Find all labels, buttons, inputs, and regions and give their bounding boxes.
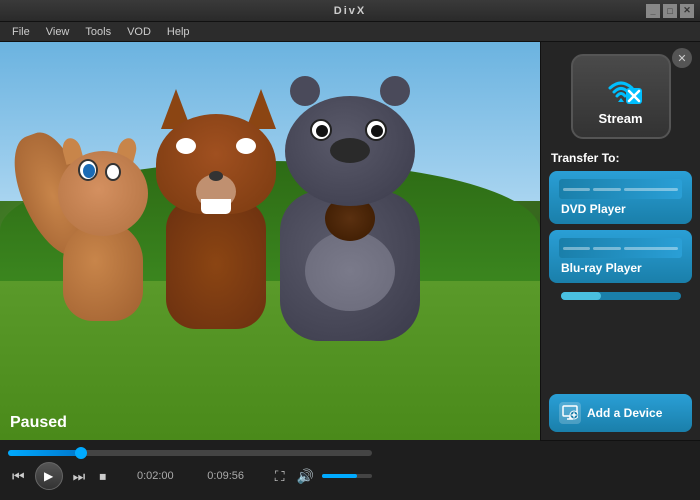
fox-teeth [201,199,231,214]
main-content: Paused ✕ Stream Transfer [0,42,700,440]
controls-row: ⏮ ▶ ⏭ ⏹ 0:02:00 0:09:56 ⛶ 🔊 [8,462,372,490]
time-total: 0:09:56 [207,470,244,482]
volume-bar[interactable] [322,474,372,478]
dvd-line-3 [624,188,679,191]
dark-nose [330,138,370,163]
video-frame [0,42,540,440]
progress-bar[interactable] [8,450,372,456]
fox-nose [209,171,223,181]
prev-button[interactable]: ⏮ [8,466,29,487]
bluray-icon-row [559,238,682,258]
device-dvd-button[interactable]: DVD Player [549,171,692,224]
character-fox [151,129,281,329]
menu-help[interactable]: Help [159,22,198,41]
squirrel-pupil-left [83,164,95,178]
bottom-right-spacer [540,440,700,500]
squirrel-head [58,151,148,236]
dark-pupil-right [371,125,383,137]
dark-ear-right [380,76,410,106]
maximize-button[interactable]: □ [663,4,677,18]
add-device-label: Add a Device [587,406,662,420]
dvd-line-2 [593,188,620,191]
menu-vod[interactable]: VOD [119,22,159,41]
add-device-button[interactable]: Add a Device [549,394,692,432]
scroll-thumb [561,292,601,300]
titlebar-controls: _ □ ✕ [646,4,694,18]
fox-body [166,199,266,329]
paused-label: Paused [10,414,67,432]
stop-button[interactable]: ⏹ [95,466,110,487]
bluray-line-1 [563,247,590,250]
squirrel-body [63,221,143,321]
time-current: 0:02:00 [137,470,174,482]
stream-button[interactable]: Stream [571,54,671,139]
play-pause-button[interactable]: ▶ [35,462,63,490]
panel-close-button[interactable]: ✕ [672,48,692,68]
dvd-icon-row [559,179,682,199]
fox-eye-left [176,138,196,154]
volume-button[interactable]: 🔊 [293,466,318,487]
right-panel: ✕ Stream Transfer To: [540,42,700,440]
bluray-line-3 [624,247,679,250]
dvd-label: DVD Player [559,202,626,216]
bluray-line-2 [593,247,620,250]
current-time: 0:02:00 0:09:56 [116,470,265,482]
monitor-icon [562,405,578,421]
character-squirrel [43,161,163,321]
device-list: DVD Player Blu-ray Player [541,171,700,390]
bottom-controls: ⏮ ▶ ⏭ ⏹ 0:02:00 0:09:56 ⛶ 🔊 [0,440,540,500]
dark-ear-left [290,76,320,106]
add-device-icon [559,402,581,424]
scroll-indicator [549,289,692,303]
stream-wifi-icon [600,68,642,104]
squirrel-eye-right [105,163,121,181]
next-button[interactable]: ⏭ [69,466,90,487]
controls-right: ⛶ 🔊 [271,466,372,487]
transfer-to-label: Transfer To: [541,147,700,171]
dark-pupil-left [316,125,328,137]
close-button[interactable]: ✕ [680,4,694,18]
progress-fill [8,450,81,456]
menubar: File View Tools VOD Help [0,22,700,42]
dark-eye-right [365,119,387,141]
character-dark-animal [270,121,430,341]
dark-eye-left [310,119,332,141]
minimize-button[interactable]: _ [646,4,660,18]
video-area: Paused [0,42,540,440]
squirrel-eye-left [78,159,98,181]
titlebar-title: DivX [334,5,366,17]
bottom-area: ⏮ ▶ ⏭ ⏹ 0:02:00 0:09:56 ⛶ 🔊 [0,440,700,500]
menu-view[interactable]: View [38,22,78,41]
titlebar: DivX _ □ ✕ [0,0,700,22]
bluray-label: Blu-ray Player [559,261,642,275]
dark-belly [305,231,395,311]
fox-eye-right [236,138,256,154]
stream-icon-wrapper [599,67,643,105]
progress-knob[interactable] [75,447,87,459]
fullscreen-button[interactable]: ⛶ [271,466,289,487]
device-bluray-button[interactable]: Blu-ray Player [549,230,692,283]
scroll-bar [561,292,681,300]
menu-tools[interactable]: Tools [77,22,119,41]
stream-label: Stream [598,111,642,126]
menu-file[interactable]: File [4,22,38,41]
volume-fill [322,474,357,478]
dvd-line-1 [563,188,590,191]
